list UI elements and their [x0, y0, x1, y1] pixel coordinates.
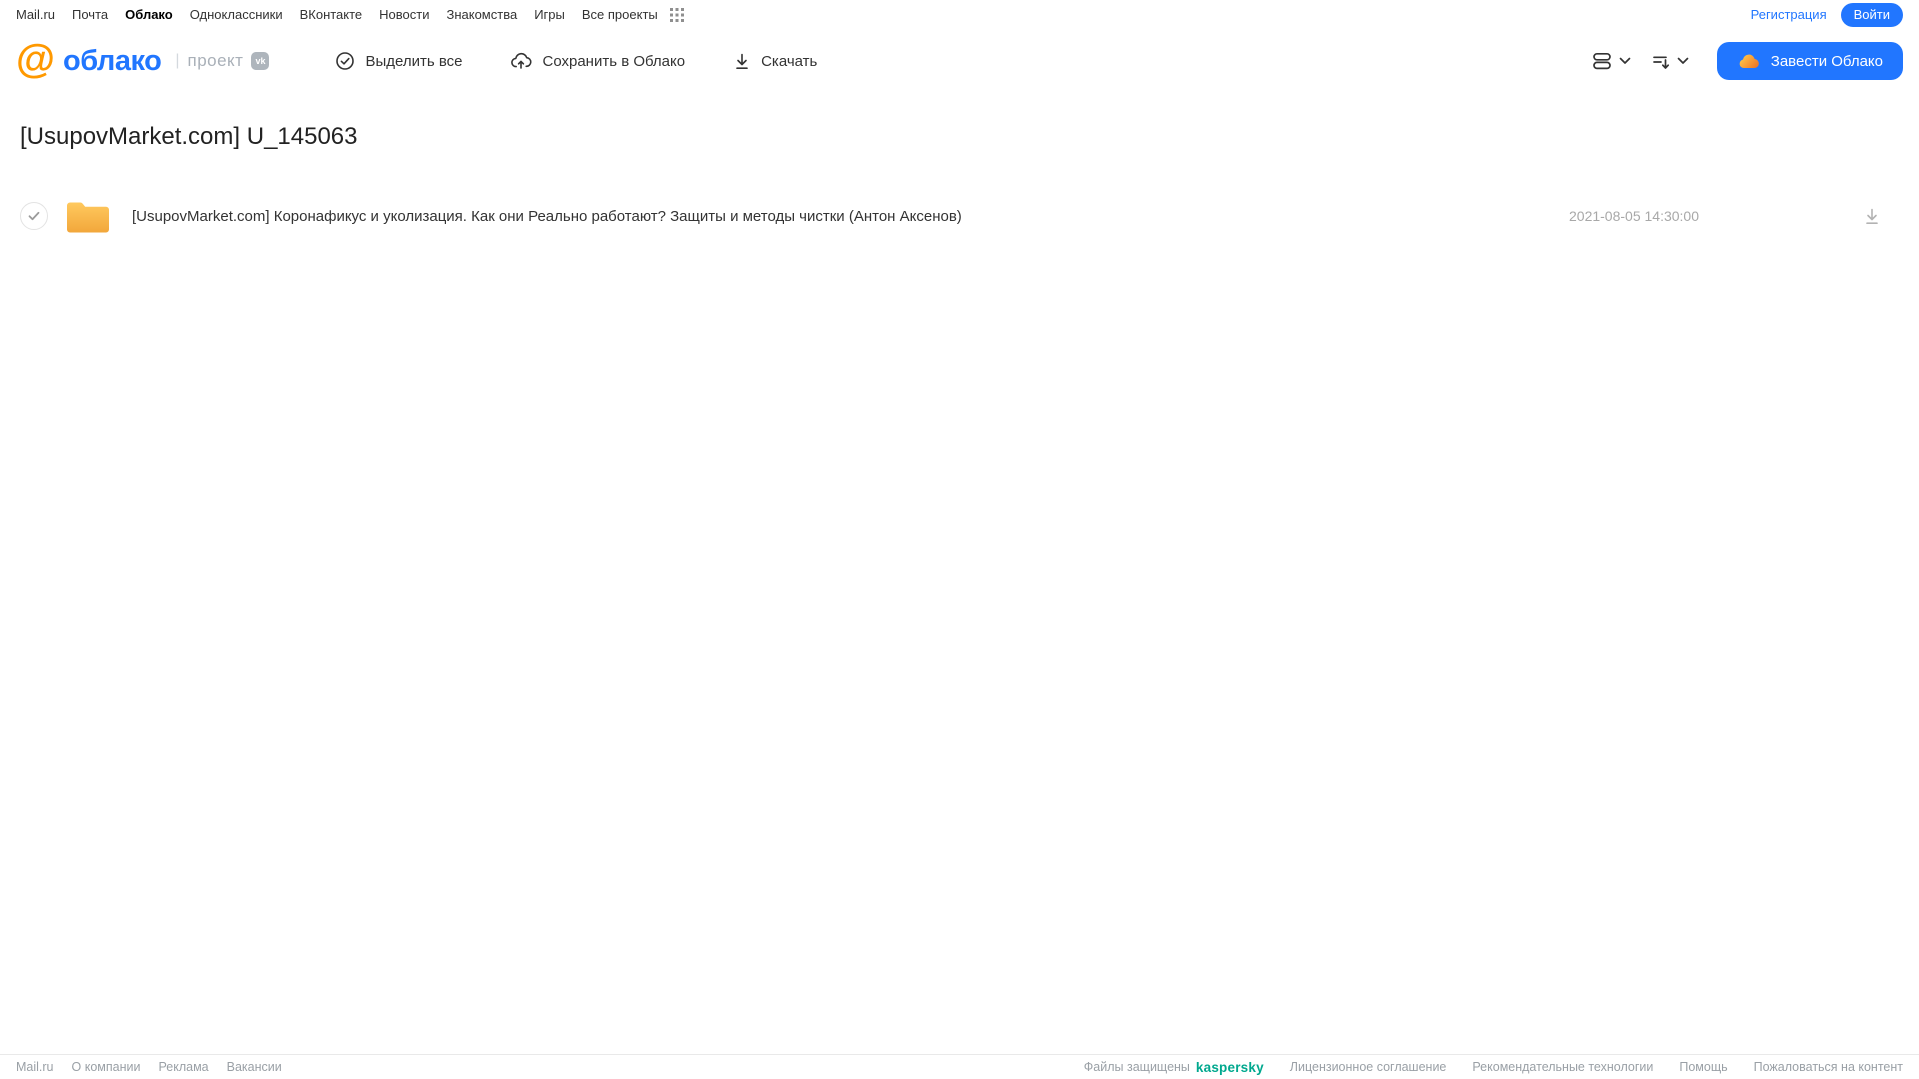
- list-view-icon: [1591, 51, 1613, 71]
- nav-link-vkontakte[interactable]: ВКонтакте: [300, 7, 363, 22]
- nav-link-mailru[interactable]: Mail.ru: [16, 7, 55, 22]
- nav-link-igry[interactable]: Игры: [534, 7, 565, 22]
- cloud-color-icon: [1737, 52, 1761, 70]
- chevron-down-icon: [1677, 57, 1689, 65]
- check-circle-icon: [335, 51, 355, 71]
- cloud-logo-text: облако: [63, 44, 162, 77]
- footer-left-links: Mail.ru О компании Реклама Вакансии: [16, 1060, 282, 1074]
- page-title: [UsupovMarket.com] U_145063: [20, 123, 358, 150]
- file-toolbar: Выделить все Сохранить в Облако Скачать: [335, 51, 817, 71]
- nav-link-novosti[interactable]: Новости: [379, 7, 429, 22]
- row-checkbox[interactable]: [20, 202, 48, 230]
- footer-link-recommendations[interactable]: Рекомендательные технологии: [1472, 1060, 1653, 1074]
- logo-divider: |: [175, 52, 180, 69]
- portal-nav-links: Mail.ru Почта Облако Одноклассники ВКонт…: [16, 7, 684, 22]
- download-label: Скачать: [761, 52, 818, 70]
- nav-link-odnoklassniki[interactable]: Одноклассники: [190, 7, 283, 22]
- header-right-controls: Завести Облако: [1591, 42, 1903, 80]
- view-mode-dropdown[interactable]: [1591, 51, 1631, 71]
- download-button[interactable]: Скачать: [733, 51, 817, 71]
- cloud-header: @ облако | проект vk Выделить все Сохран…: [0, 29, 1919, 93]
- footer-link-jobs[interactable]: Вакансии: [227, 1060, 282, 1074]
- footer-link-mailru[interactable]: Mail.ru: [16, 1060, 54, 1074]
- download-icon: [733, 51, 751, 71]
- projects-grid-icon[interactable]: [669, 7, 684, 22]
- row-download-button[interactable]: [1859, 203, 1885, 229]
- project-label: проект: [187, 51, 244, 70]
- registration-link[interactable]: Регистрация: [1751, 7, 1827, 22]
- portal-nav: Mail.ru Почта Облако Одноклассники ВКонт…: [0, 0, 1919, 29]
- nav-link-all-projects[interactable]: Все проекты: [582, 7, 658, 22]
- kaspersky-logo[interactable]: kaspersky: [1196, 1060, 1264, 1075]
- main-content: [UsupovMarket.com] U_145063 [UsupovMarke…: [0, 123, 1919, 239]
- footer-link-report[interactable]: Пожаловаться на контент: [1754, 1060, 1903, 1074]
- create-cloud-button[interactable]: Завести Облако: [1716, 42, 1903, 80]
- chevron-down-icon: [1619, 57, 1631, 65]
- portal-nav-right: Регистрация Войти: [1751, 2, 1903, 27]
- check-icon: [28, 211, 40, 221]
- save-to-cloud-button[interactable]: Сохранить в Облако: [510, 51, 685, 71]
- protected-by-label: Файлы защищены: [1083, 1060, 1190, 1074]
- file-row[interactable]: [UsupovMarket.com] Коронафикус и уколиза…: [16, 193, 1903, 239]
- save-to-cloud-label: Сохранить в Облако: [542, 52, 686, 70]
- select-all-button[interactable]: Выделить все: [335, 51, 462, 71]
- footer-link-help[interactable]: Помощь: [1679, 1060, 1727, 1074]
- cloud-logo[interactable]: @ облако: [16, 37, 162, 81]
- footer-link-about[interactable]: О компании: [72, 1060, 141, 1074]
- file-name[interactable]: [UsupovMarket.com] Коронафикус и уколиза…: [132, 208, 1569, 225]
- nav-link-pochta[interactable]: Почта: [72, 7, 108, 22]
- download-icon: [1866, 208, 1878, 224]
- vk-badge-icon: vk: [251, 52, 270, 70]
- sort-icon: [1651, 51, 1671, 71]
- nav-link-oblako[interactable]: Облако: [125, 7, 173, 22]
- vk-project-tag: | проект vk: [175, 51, 270, 71]
- sort-dropdown[interactable]: [1651, 51, 1689, 71]
- kaspersky-protection: Файлы защищены kaspersky: [1084, 1060, 1264, 1075]
- create-cloud-label: Завести Облако: [1770, 52, 1883, 70]
- footer: Mail.ru О компании Реклама Вакансии Файл…: [0, 1054, 1919, 1079]
- footer-link-ads[interactable]: Реклама: [158, 1060, 208, 1074]
- cloud-upload-icon: [510, 51, 533, 71]
- select-all-label: Выделить все: [365, 52, 463, 70]
- footer-link-license[interactable]: Лицензионное соглашение: [1290, 1060, 1447, 1074]
- file-date: 2021-08-05 14:30:00: [1569, 208, 1699, 224]
- footer-right-links: Файлы защищены kaspersky Лицензионное со…: [1084, 1060, 1903, 1075]
- nav-link-znakomstva[interactable]: Знакомства: [446, 7, 517, 22]
- login-button[interactable]: Войти: [1840, 2, 1903, 27]
- mailru-at-icon: @: [16, 37, 56, 81]
- folder-icon: [65, 198, 111, 234]
